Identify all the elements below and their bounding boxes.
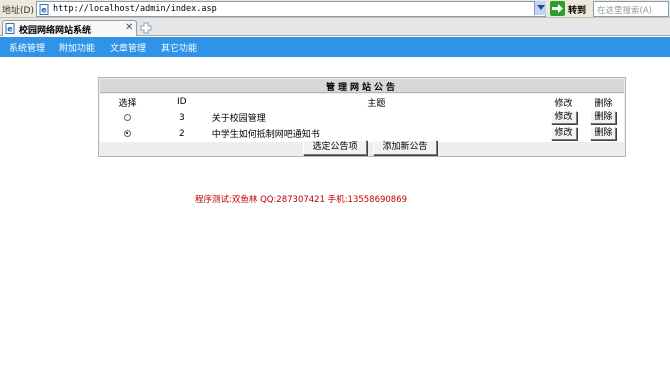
go-arrow-icon bbox=[550, 1, 565, 16]
row-id: 3 bbox=[153, 109, 210, 126]
edit-button[interactable]: 修改 bbox=[550, 111, 577, 124]
add-announcement-button[interactable]: 添加新公告 bbox=[373, 140, 437, 155]
chevron-down-icon bbox=[537, 5, 545, 10]
new-tab-icon[interactable] bbox=[140, 22, 152, 34]
header-edit: 修改 bbox=[543, 94, 584, 110]
radio-button[interactable] bbox=[123, 129, 131, 137]
header-delete: 删除 bbox=[582, 94, 625, 110]
tab-active[interactable]: e 校园网络网站系统 ✕ bbox=[2, 20, 137, 36]
row-select-cell bbox=[100, 109, 155, 126]
tab-strip: e 校园网络网站系统 ✕ bbox=[0, 18, 670, 36]
address-label: 地址(D) bbox=[2, 6, 34, 16]
header-id: ID bbox=[153, 94, 210, 110]
panel-title: 管理网站公告 bbox=[325, 83, 398, 93]
go-button[interactable]: 转到 bbox=[550, 1, 590, 17]
search-input[interactable]: 在这里搜索(A) bbox=[593, 1, 669, 17]
svg-text:e: e bbox=[7, 25, 13, 34]
menu-item-articles[interactable]: 文章管理 bbox=[110, 41, 146, 54]
announcement-panel: 管理网站公告 选择 ID 主题 修改 删除 3 关于校园管理 修改 删除 2 中… bbox=[98, 77, 626, 157]
address-dropdown-button[interactable] bbox=[534, 1, 546, 15]
search-placeholder: 在这里搜索(A) bbox=[597, 6, 652, 16]
select-announcement-button[interactable]: 选定公告项 bbox=[303, 140, 367, 155]
row-subject: 关于校园管理 bbox=[208, 109, 545, 126]
menu-item-extra[interactable]: 附加功能 bbox=[59, 41, 95, 54]
address-url: http://localhost/admin/index.asp bbox=[53, 4, 217, 14]
close-icon[interactable]: ✕ bbox=[125, 22, 133, 33]
row-edit-cell: 修改 bbox=[543, 109, 584, 126]
menu-item-system[interactable]: 系统管理 bbox=[9, 41, 45, 54]
panel-title-bar: 管理网站公告 bbox=[100, 79, 624, 93]
svg-text:e: e bbox=[41, 6, 47, 15]
top-menu-bar: 系统管理 附加功能 文章管理 其它功能 bbox=[0, 37, 670, 57]
panel-action-row: 选定公告项 添加新公告 bbox=[100, 140, 624, 156]
ie-page-icon: e bbox=[5, 23, 15, 34]
table-row: 3 关于校园管理 修改 删除 bbox=[100, 109, 625, 126]
go-label: 转到 bbox=[568, 6, 587, 16]
address-input[interactable]: e http://localhost/admin/index.asp bbox=[36, 1, 546, 17]
header-select: 选择 bbox=[100, 94, 155, 110]
radio-button[interactable] bbox=[123, 113, 131, 121]
address-bar-row: 地址(D) e http://localhost/admin/index.asp… bbox=[0, 0, 670, 18]
delete-button[interactable]: 删除 bbox=[590, 127, 617, 140]
page-icon: e bbox=[39, 4, 49, 15]
announcement-table: 选择 ID 主题 修改 删除 3 关于校园管理 修改 删除 2 中学生如何抵制网… bbox=[100, 94, 625, 142]
edit-button[interactable]: 修改 bbox=[550, 127, 577, 140]
tab-title: 校园网络网站系统 bbox=[19, 26, 92, 36]
menu-item-other[interactable]: 其它功能 bbox=[161, 41, 197, 54]
footer-contact-note: 程序测试:双鱼林 QQ:287307421 手机:13558690869 bbox=[195, 195, 408, 205]
delete-button[interactable]: 删除 bbox=[590, 111, 617, 124]
table-header-row: 选择 ID 主题 修改 删除 bbox=[100, 94, 625, 110]
header-subject: 主题 bbox=[208, 94, 545, 110]
row-delete-cell: 删除 bbox=[582, 109, 625, 126]
